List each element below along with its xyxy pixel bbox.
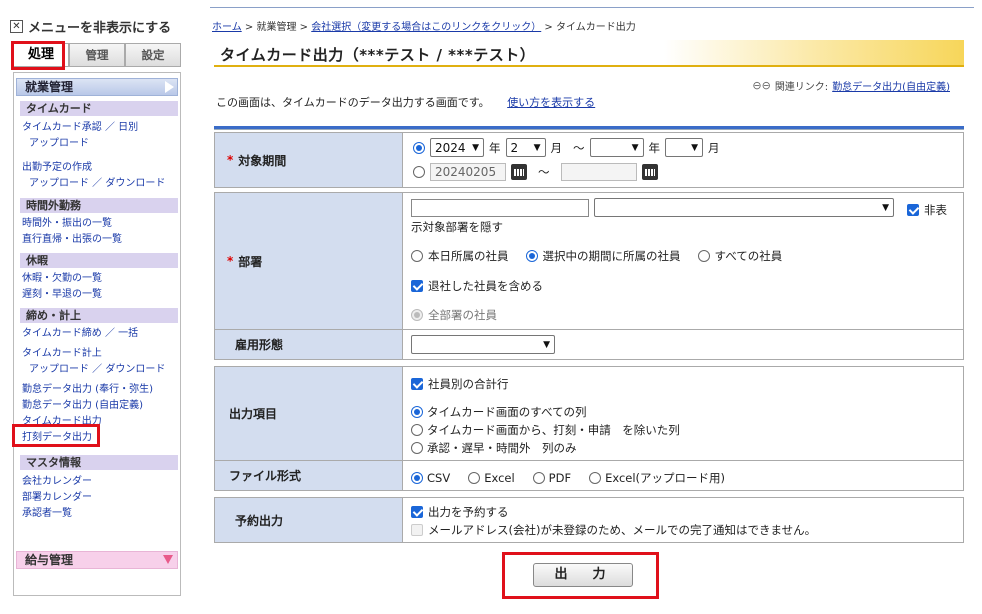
cols-all-radio[interactable] (411, 406, 423, 418)
format-excel-upload-radio[interactable] (589, 472, 602, 484)
chevron-down-icon: ▼ (543, 339, 550, 350)
start-year-select[interactable]: 2024 ▼ (430, 138, 484, 157)
end-year-select[interactable]: ▼ (589, 138, 644, 157)
breadcrumb-attendance: 就業管理 (256, 22, 297, 33)
cols-approval-radio[interactable] (411, 442, 423, 454)
chevron-down-icon: ▼ (882, 202, 889, 213)
related-links: ⊖⊖ 関連リンク: 勤怠データ出力(自由定義) (752, 78, 950, 93)
scope-all-radio[interactable] (697, 250, 710, 262)
chevron-down-icon: ▼ (533, 142, 541, 153)
link-chain-icon: ⊖⊖ (752, 79, 771, 92)
related-link-custom-export[interactable]: 勤怠データ出力(自由定義) (832, 78, 950, 93)
highlight-output-button (502, 552, 659, 599)
label-file-format: ファイル形式 (215, 461, 403, 490)
breadcrumb-home[interactable]: ホーム (212, 22, 242, 33)
period-date-radio[interactable] (413, 166, 425, 178)
end-month-select[interactable]: ▼ (665, 138, 703, 157)
period-month-radio[interactable] (413, 141, 425, 154)
all-depts-radio[interactable] (411, 309, 423, 321)
row-employment: 雇用形態 ▼ (214, 329, 964, 360)
employment-select[interactable]: ▼ (411, 335, 555, 354)
main-content: ホーム > 就業管理 > 会社選択（変更する場合はこのリンクをクリック） > タ… (0, 0, 982, 614)
label-department: * 部署 (215, 193, 403, 329)
breadcrumb-current: タイムカード出力 (556, 22, 636, 33)
form-top-divider (214, 126, 964, 130)
chevron-down-icon: ▼ (691, 142, 698, 153)
dept-select[interactable]: ▼ (594, 198, 894, 217)
format-pdf-radio[interactable] (532, 472, 545, 484)
chevron-down-icon: ▼ (472, 142, 479, 153)
cols-no-punch-radio[interactable] (411, 424, 423, 436)
row-output-items: 出力項目 社員別の合計行 タイムカード画面のすべての列 タイムカード画面から、打… (214, 366, 964, 461)
format-csv-radio[interactable] (411, 472, 423, 484)
label-output-items: 出力項目 (215, 367, 403, 460)
howto-link[interactable]: 使い方を表示する (507, 96, 595, 109)
label-employment: 雇用形態 (215, 330, 403, 359)
subtotal-checkbox[interactable] (411, 378, 423, 390)
page-description: この画面は、タイムカードのデータ出力する画面です。 使い方を表示する (216, 96, 596, 109)
row-department: * 部署 ▼ 非表 示対象部署を隠す 本日所属の社員 選択中の期間に所属の社員 す… (214, 192, 964, 330)
date-from-input[interactable]: 20240205 (430, 163, 506, 181)
reserve-checkbox[interactable] (411, 506, 423, 518)
scope-period-radio[interactable] (525, 250, 538, 262)
page-title-bar: タイムカード出力（***テスト / ***テスト） (214, 40, 964, 67)
mail-notify-checkbox[interactable] (411, 524, 423, 536)
start-month-select[interactable]: 2 ▼ (505, 138, 546, 157)
include-retired-checkbox[interactable] (411, 280, 423, 292)
scope-today-radio[interactable] (411, 250, 423, 262)
date-to-input[interactable] (560, 163, 637, 181)
row-file-format: ファイル形式 CSV Excel PDF Excel(アップロード用) (214, 460, 964, 491)
hide-dept-checkbox[interactable] (907, 204, 919, 216)
calendar-icon[interactable] (641, 164, 658, 180)
row-reserve: 予約出力 出力を予約する メールアドレス(会社)が未登録のため、メールでの完了通… (214, 497, 964, 543)
breadcrumb-company-select[interactable]: 会社選択（変更する場合はこのリンクをクリック） (311, 22, 541, 33)
dept-code-input[interactable] (411, 199, 589, 217)
related-label: 関連リンク: (774, 82, 829, 93)
row-period: * 対象期間 2024 ▼ 年 2 ▼ 月 ～ ▼ 年 ▼ 月 20240205 ～ (214, 132, 964, 188)
breadcrumb: ホーム > 就業管理 > 会社選択（変更する場合はこのリンクをクリック） > タ… (212, 22, 636, 33)
chevron-down-icon: ▼ (631, 142, 639, 153)
calendar-icon[interactable] (511, 164, 527, 180)
top-divider (210, 7, 974, 8)
label-reserve: 予約出力 (215, 498, 403, 542)
page-title: タイムカード出力（***テスト / ***テスト） (220, 46, 536, 64)
label-period: * 対象期間 (215, 133, 403, 187)
format-excel-radio[interactable] (468, 472, 481, 484)
